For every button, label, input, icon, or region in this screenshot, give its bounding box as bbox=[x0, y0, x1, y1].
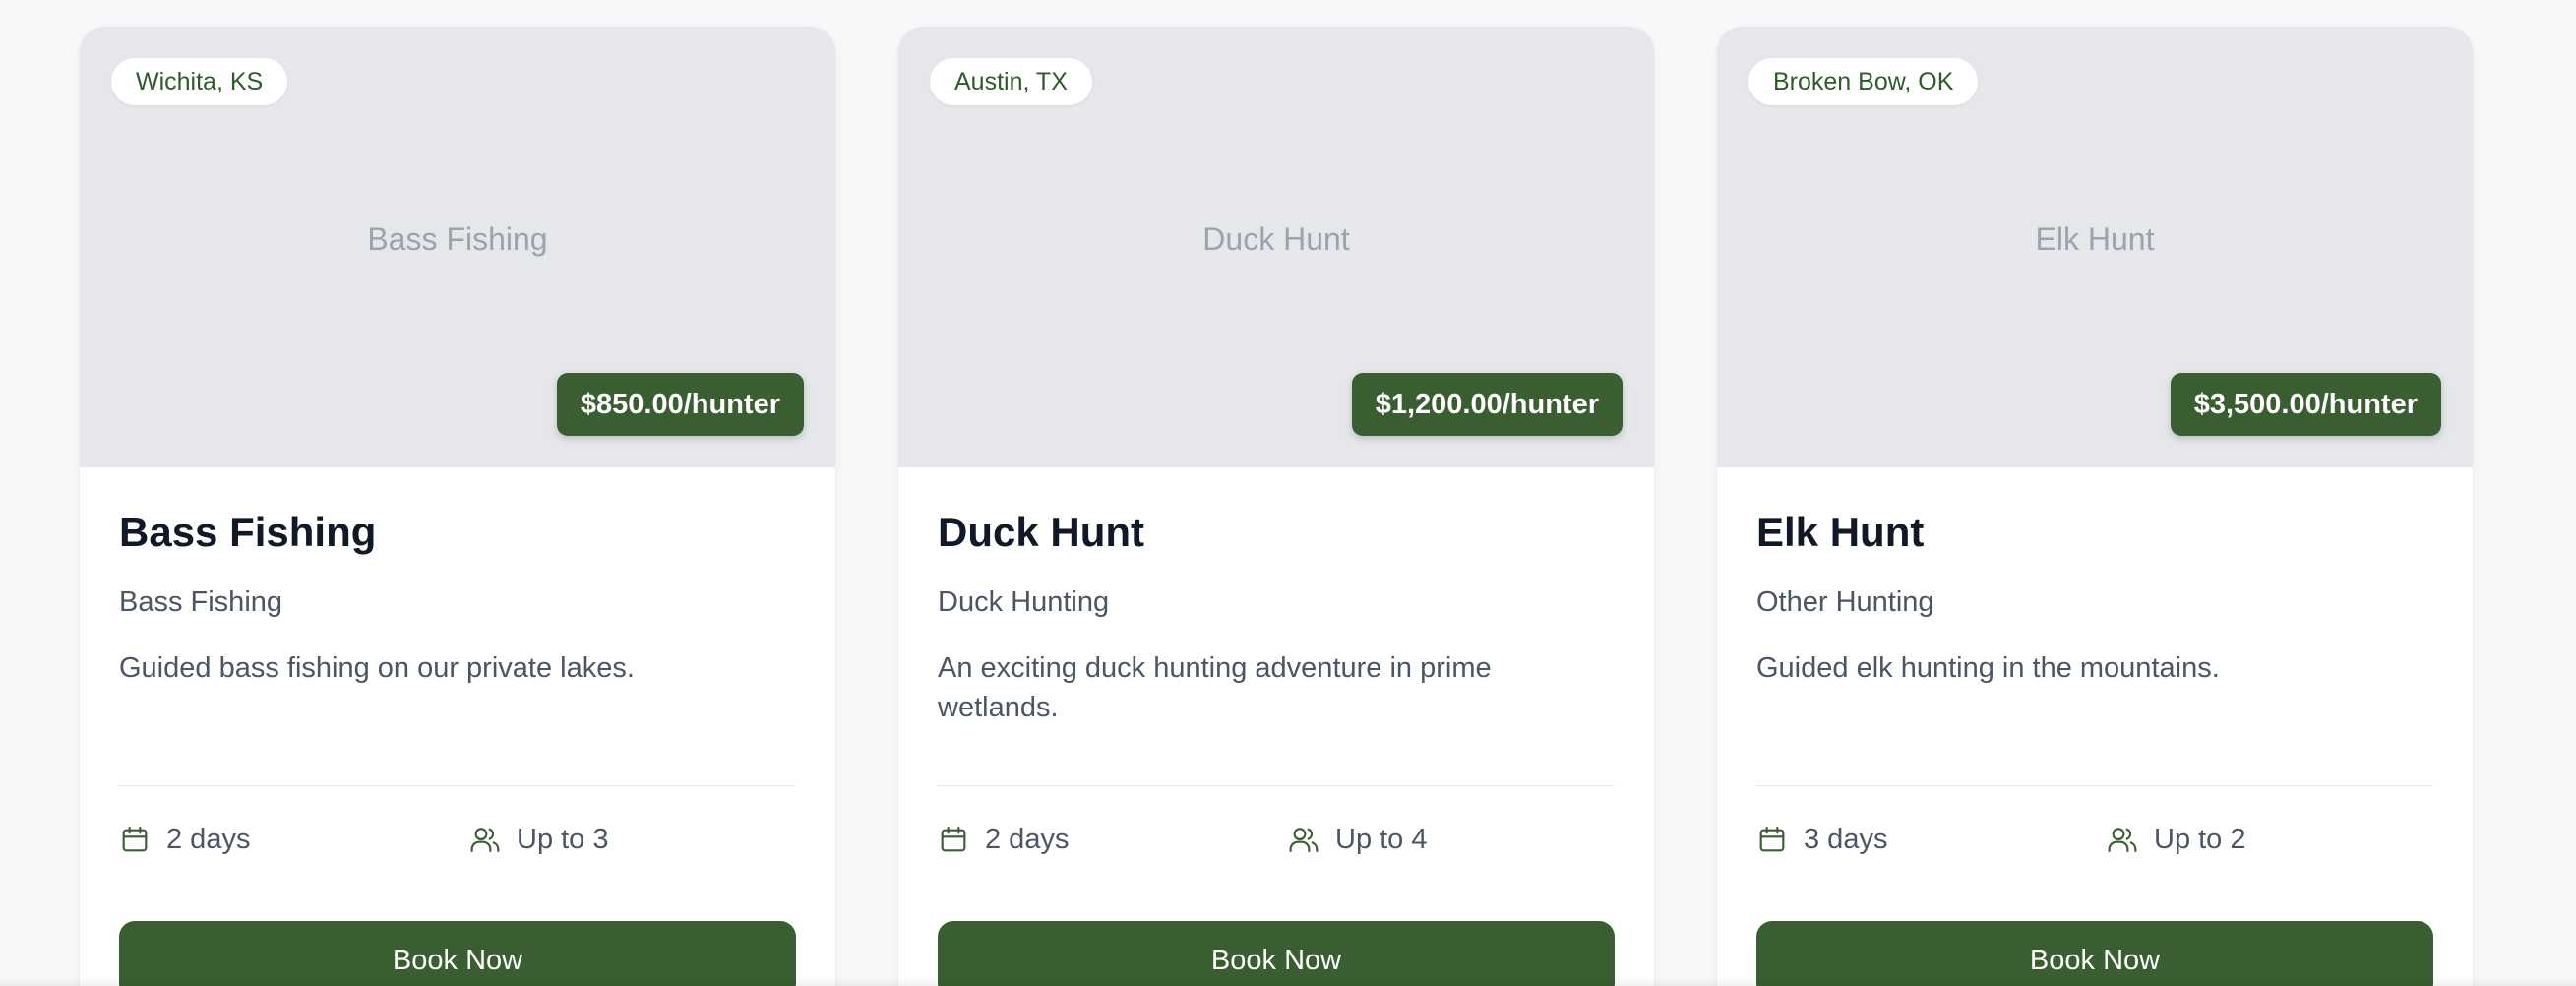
capacity-text: Up to 4 bbox=[1335, 823, 1428, 855]
price-badge: $1,200.00/hunter bbox=[1351, 373, 1623, 436]
divider bbox=[1756, 785, 2433, 786]
calendar-icon bbox=[1759, 826, 1785, 852]
trip-category: Other Hunting bbox=[1756, 586, 1934, 618]
trip-duration: 2 days bbox=[938, 820, 1069, 859]
capacity-text: Up to 2 bbox=[2154, 823, 2246, 855]
trip-category: Bass Fishing bbox=[119, 586, 283, 618]
image-placeholder-text: Duck Hunt bbox=[1202, 221, 1350, 257]
trip-capacity: Up to 4 bbox=[1288, 820, 1428, 859]
calendar-icon bbox=[122, 826, 148, 852]
trip-description: Guided bass fishing on our private lakes… bbox=[119, 652, 635, 684]
book-now-button[interactable]: Book Now bbox=[119, 921, 796, 986]
trip-capacity: Up to 2 bbox=[2107, 820, 2246, 859]
book-now-button[interactable]: Book Now bbox=[938, 921, 1615, 986]
divider bbox=[938, 785, 1615, 786]
trip-title: Elk Hunt bbox=[1756, 509, 1925, 555]
book-now-button[interactable]: Book Now bbox=[1756, 921, 2433, 986]
trip-capacity: Up to 3 bbox=[469, 820, 609, 859]
duration-text: 2 days bbox=[985, 823, 1070, 855]
users-icon bbox=[1289, 828, 1319, 853]
image-placeholder-text: Elk Hunt bbox=[2035, 221, 2155, 257]
price-badge: $850.00/hunter bbox=[556, 373, 804, 436]
trip-card: Wichita, KS Bass Fishing $850.00/hunter … bbox=[80, 27, 835, 986]
trip-description: Guided elk hunting in the mountains. bbox=[1756, 652, 2220, 684]
trip-category: Duck Hunting bbox=[938, 586, 1110, 618]
users-icon bbox=[470, 828, 500, 853]
trip-duration: 2 days bbox=[119, 820, 250, 859]
trip-description: An exciting duck hunting adventure in pr… bbox=[938, 652, 1492, 723]
calendar-icon bbox=[941, 826, 966, 852]
price-badge: $3,500.00/hunter bbox=[2170, 373, 2441, 436]
location-badge: Austin, TX bbox=[930, 58, 1092, 105]
location-badge: Wichita, KS bbox=[111, 58, 288, 105]
trip-image: Austin, TX Duck Hunt $1,200.00/hunter bbox=[898, 27, 1654, 467]
trip-card: Austin, TX Duck Hunt $1,200.00/hunter Du… bbox=[898, 27, 1654, 986]
trip-duration: 3 days bbox=[1756, 820, 1887, 859]
capacity-text: Up to 3 bbox=[517, 823, 609, 855]
duration-text: 3 days bbox=[1804, 823, 1888, 855]
trip-card: Broken Bow, OK Elk Hunt $3,500.00/hunter… bbox=[1717, 27, 2473, 986]
trip-image: Broken Bow, OK Elk Hunt $3,500.00/hunter bbox=[1717, 27, 2473, 467]
trip-image: Wichita, KS Bass Fishing $850.00/hunter bbox=[80, 27, 835, 467]
users-icon bbox=[2108, 828, 2137, 853]
image-placeholder-text: Bass Fishing bbox=[367, 221, 548, 257]
location-badge: Broken Bow, OK bbox=[1748, 58, 1979, 105]
divider bbox=[119, 785, 796, 786]
trip-title: Bass Fishing bbox=[119, 509, 377, 555]
duration-text: 2 days bbox=[166, 823, 251, 855]
trip-card-grid: Wichita, KS Bass Fishing $850.00/hunter … bbox=[0, 0, 2576, 986]
trip-title: Duck Hunt bbox=[938, 509, 1144, 555]
